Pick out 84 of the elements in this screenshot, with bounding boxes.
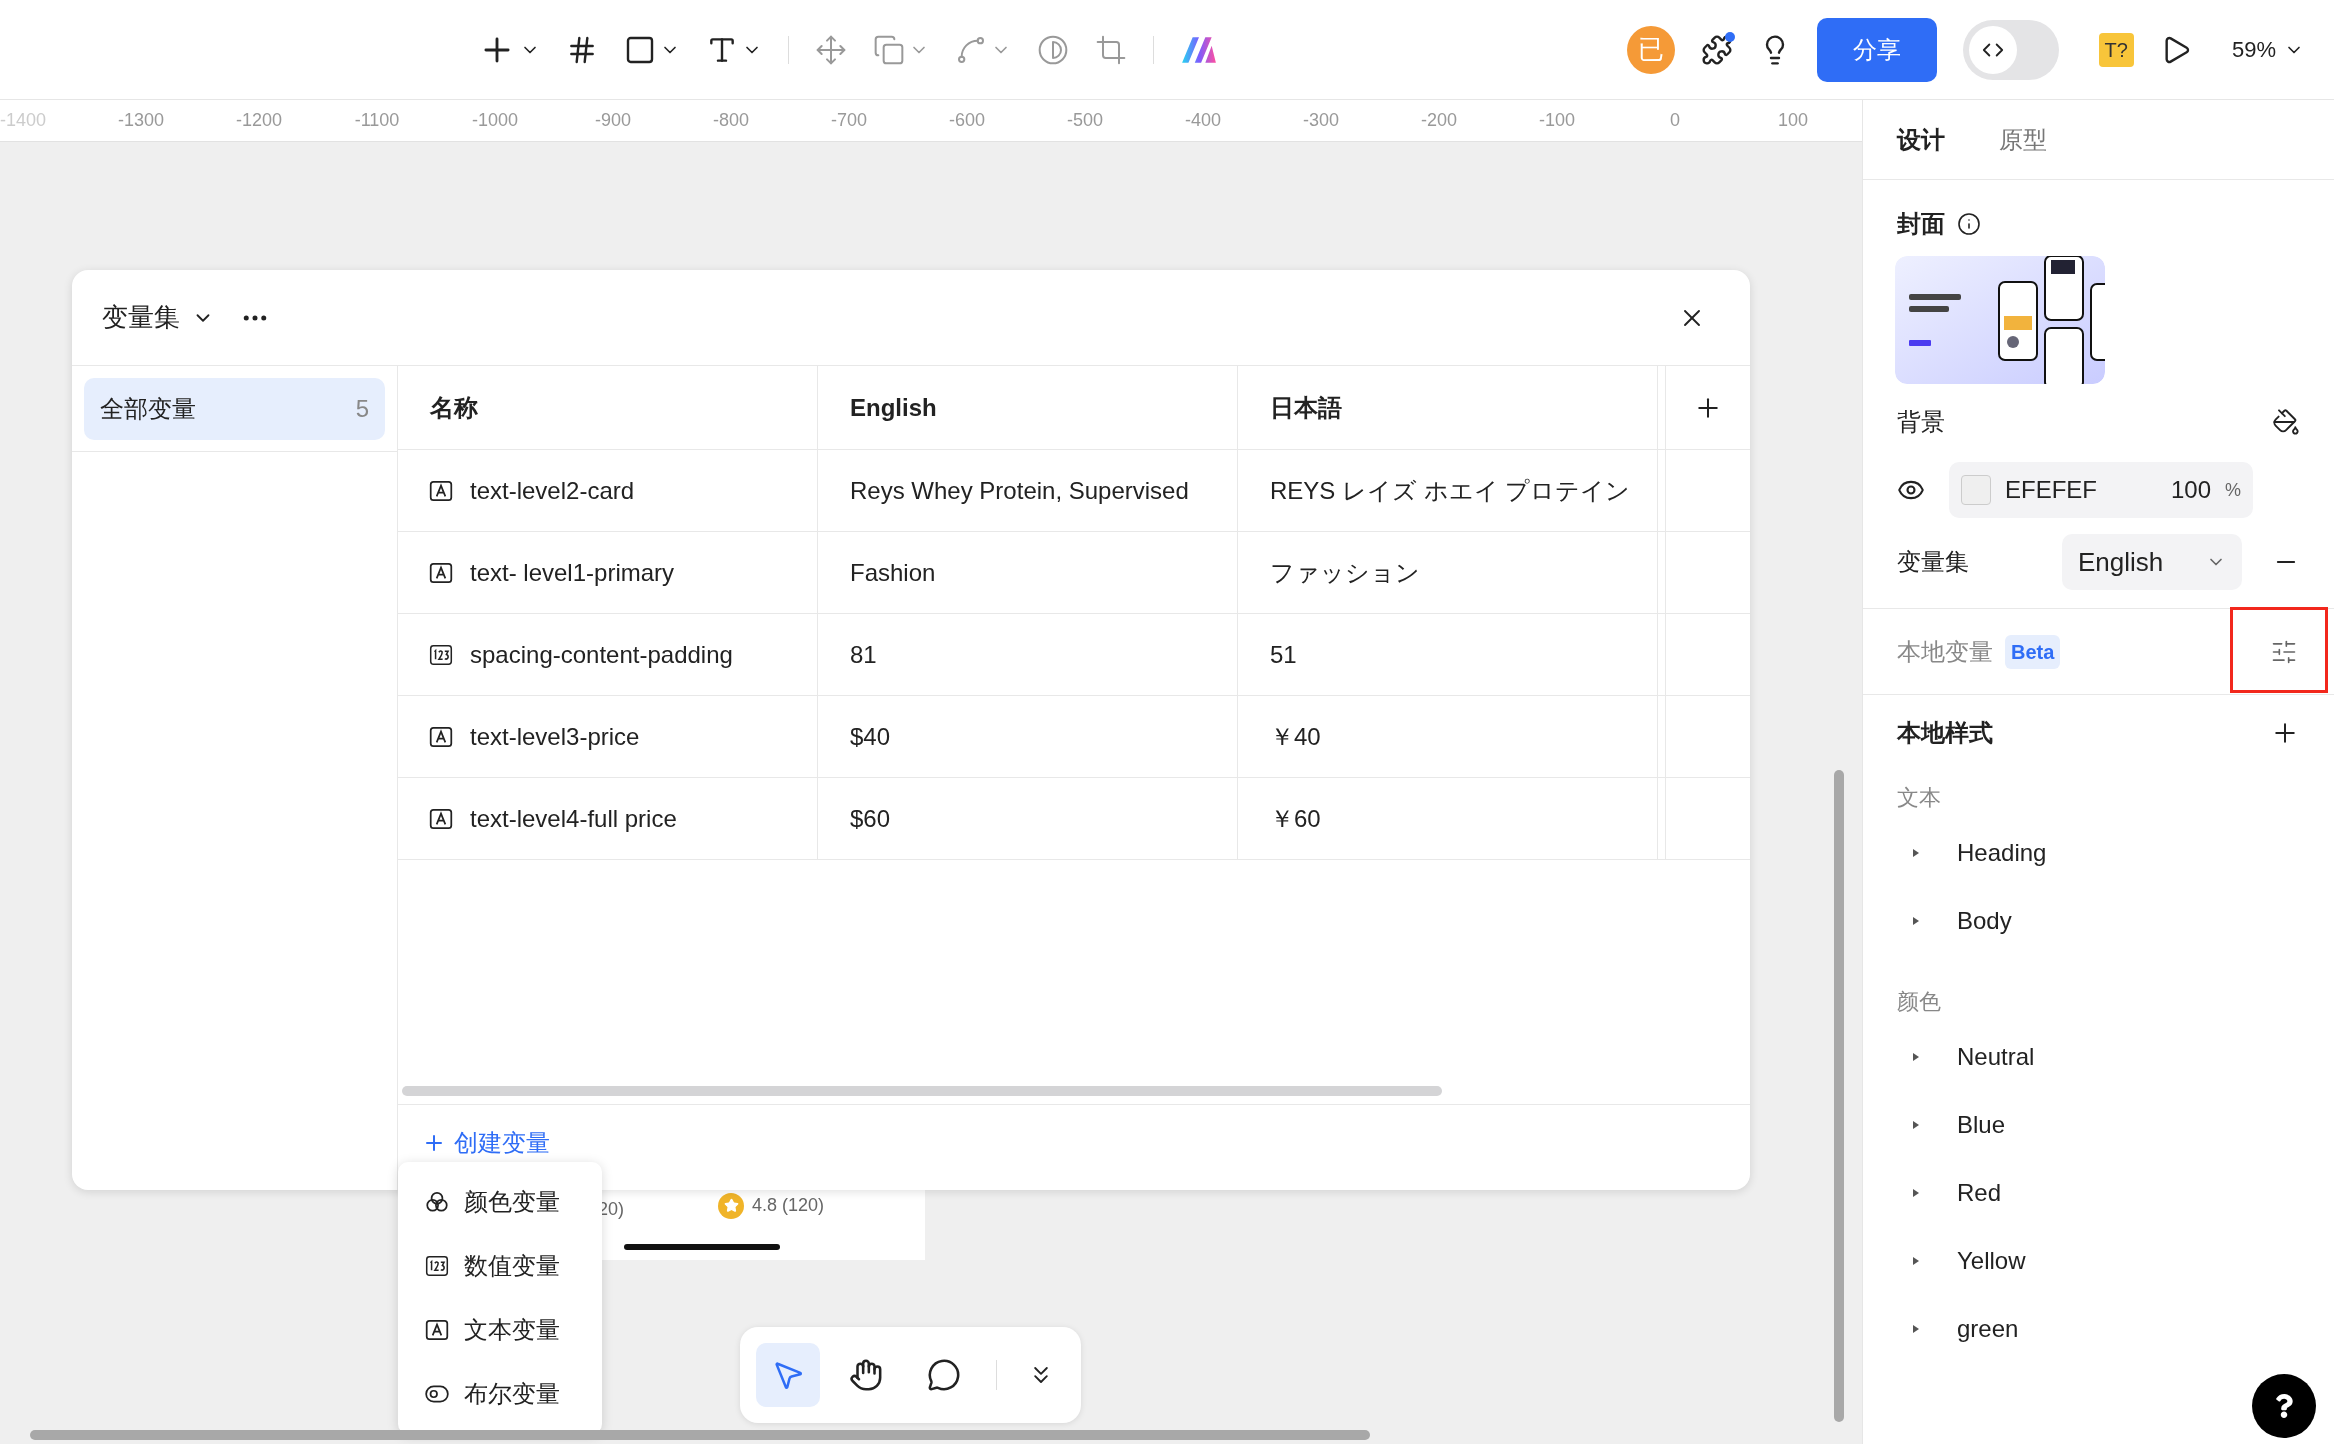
- style-item[interactable]: Red: [1897, 1159, 2300, 1227]
- style-item[interactable]: green: [1897, 1295, 2300, 1363]
- move-icon[interactable]: [815, 33, 847, 66]
- group-title: 颜色: [1897, 988, 1942, 1016]
- value-cell: ￥40: [1238, 696, 1658, 777]
- hex-value: EFEFEF: [2005, 475, 2097, 505]
- crop-icon[interactable]: [1095, 33, 1127, 66]
- paint-bucket-icon[interactable]: [2272, 408, 2300, 436]
- text-type-icon: [424, 1317, 450, 1343]
- ruler-label: -200: [1420, 109, 1458, 132]
- number-type-icon: [424, 1253, 450, 1279]
- collection-count: 5: [355, 394, 369, 424]
- horizontal-scrollbar[interactable]: [30, 1430, 1370, 1440]
- ruler-label: -900: [594, 109, 632, 132]
- hand-icon: [849, 1358, 883, 1392]
- style-item[interactable]: Heading: [1897, 819, 2300, 887]
- variable-name: text-level4-full price: [470, 803, 677, 834]
- panel-tab[interactable]: 原型: [1999, 121, 2047, 158]
- value-cell: REYS レイズ ホエイ プロテイン: [1238, 450, 1658, 531]
- variable-name: text-level3-price: [470, 721, 640, 752]
- style-item[interactable]: Blue: [1897, 1091, 2300, 1159]
- menu-item[interactable]: 布尔变量: [398, 1362, 602, 1426]
- font-badge[interactable]: T?: [2098, 32, 2134, 67]
- vertical-scrollbar[interactable]: [1834, 770, 1844, 1422]
- opacity-value: 100: [2170, 475, 2211, 505]
- section-title: 背景: [1897, 407, 1945, 437]
- ruler-label: -400: [1184, 109, 1222, 132]
- ruler-label: -1000: [470, 109, 519, 132]
- color-field[interactable]: EFEFEF 100 %: [1949, 462, 2253, 518]
- variable-name: text-level2-card: [470, 475, 635, 506]
- ruler-label: 100: [1776, 109, 1809, 132]
- value-cell: 81: [818, 614, 1238, 695]
- value-cell: $40: [818, 696, 1238, 777]
- collection-label: 全部变量: [100, 394, 196, 424]
- menu-item[interactable]: 数值变量: [398, 1234, 602, 1298]
- value-cell: Reys Whey Protein, Supervised: [818, 450, 1238, 531]
- ruler-label: -1200: [234, 109, 283, 132]
- group-title: 文本: [1897, 784, 1942, 812]
- rating-text: 4.8 (120): [752, 1194, 825, 1217]
- ruler-label: -300: [1302, 109, 1340, 132]
- style-item[interactable]: Neutral: [1897, 1023, 2300, 1091]
- panel-tab[interactable]: 设计: [1897, 121, 1945, 158]
- variable-set-dropdown[interactable]: 变量集: [102, 298, 214, 337]
- style-item[interactable]: Yellow: [1897, 1227, 2300, 1295]
- ruler-label: -100: [1538, 109, 1576, 132]
- value-cell: $60: [818, 778, 1238, 859]
- column-header: 日本語: [1238, 366, 1658, 449]
- field-label: 变量集: [1897, 547, 1969, 577]
- value-cell: 51: [1238, 614, 1658, 695]
- variable-name: spacing-content-padding: [470, 639, 733, 670]
- section-title: 封面: [1897, 209, 1945, 239]
- percent-unit: %: [2225, 478, 2241, 502]
- ruler-label: -1100: [353, 109, 401, 132]
- ruler-label: -1300: [116, 109, 165, 132]
- variable-set-select[interactable]: English: [2062, 534, 2242, 590]
- create-variable-button[interactable]: 创建变量: [422, 1131, 550, 1155]
- ruler-label: 0: [1669, 109, 1681, 132]
- ruler-label: -700: [830, 109, 868, 132]
- style-item[interactable]: Body: [1897, 887, 2300, 955]
- value-cell: ￥60: [1238, 778, 1658, 859]
- overlap-squares-icon: [873, 33, 905, 66]
- menu-item[interactable]: 颜色变量: [398, 1170, 602, 1234]
- column-header: 名称: [398, 366, 818, 449]
- share-button[interactable]: 分享: [1816, 17, 1937, 82]
- comment-icon: [927, 1358, 961, 1392]
- color-circles-icon: [424, 1189, 450, 1215]
- plugin-logo-icon[interactable]: [1180, 34, 1218, 65]
- value-cell: ファッション: [1238, 532, 1658, 613]
- ruler-label: -600: [948, 109, 986, 132]
- value-cell: Fashion: [818, 532, 1238, 613]
- zoom-dropdown[interactable]: 59%: [2231, 33, 2304, 66]
- menu-item[interactable]: 文本变量: [398, 1298, 602, 1362]
- beta-tag: Beta: [2005, 634, 2061, 669]
- collection-item[interactable]: 全部变量 5: [84, 378, 385, 440]
- section-title: 本地样式: [1897, 718, 1993, 748]
- section-title: 本地变量: [1897, 636, 1993, 667]
- puzzle-icon[interactable]: [1700, 33, 1733, 66]
- column-header: English: [818, 366, 1238, 449]
- info-icon[interactable]: [1957, 212, 1981, 236]
- ruler-label: -800: [712, 109, 750, 132]
- horizontal-scrollbar[interactable]: [402, 1086, 1442, 1096]
- variable-name: text- level1-primary: [470, 557, 675, 588]
- ruler-label: -500: [1066, 109, 1104, 132]
- half-circle-icon[interactable]: [1037, 33, 1069, 66]
